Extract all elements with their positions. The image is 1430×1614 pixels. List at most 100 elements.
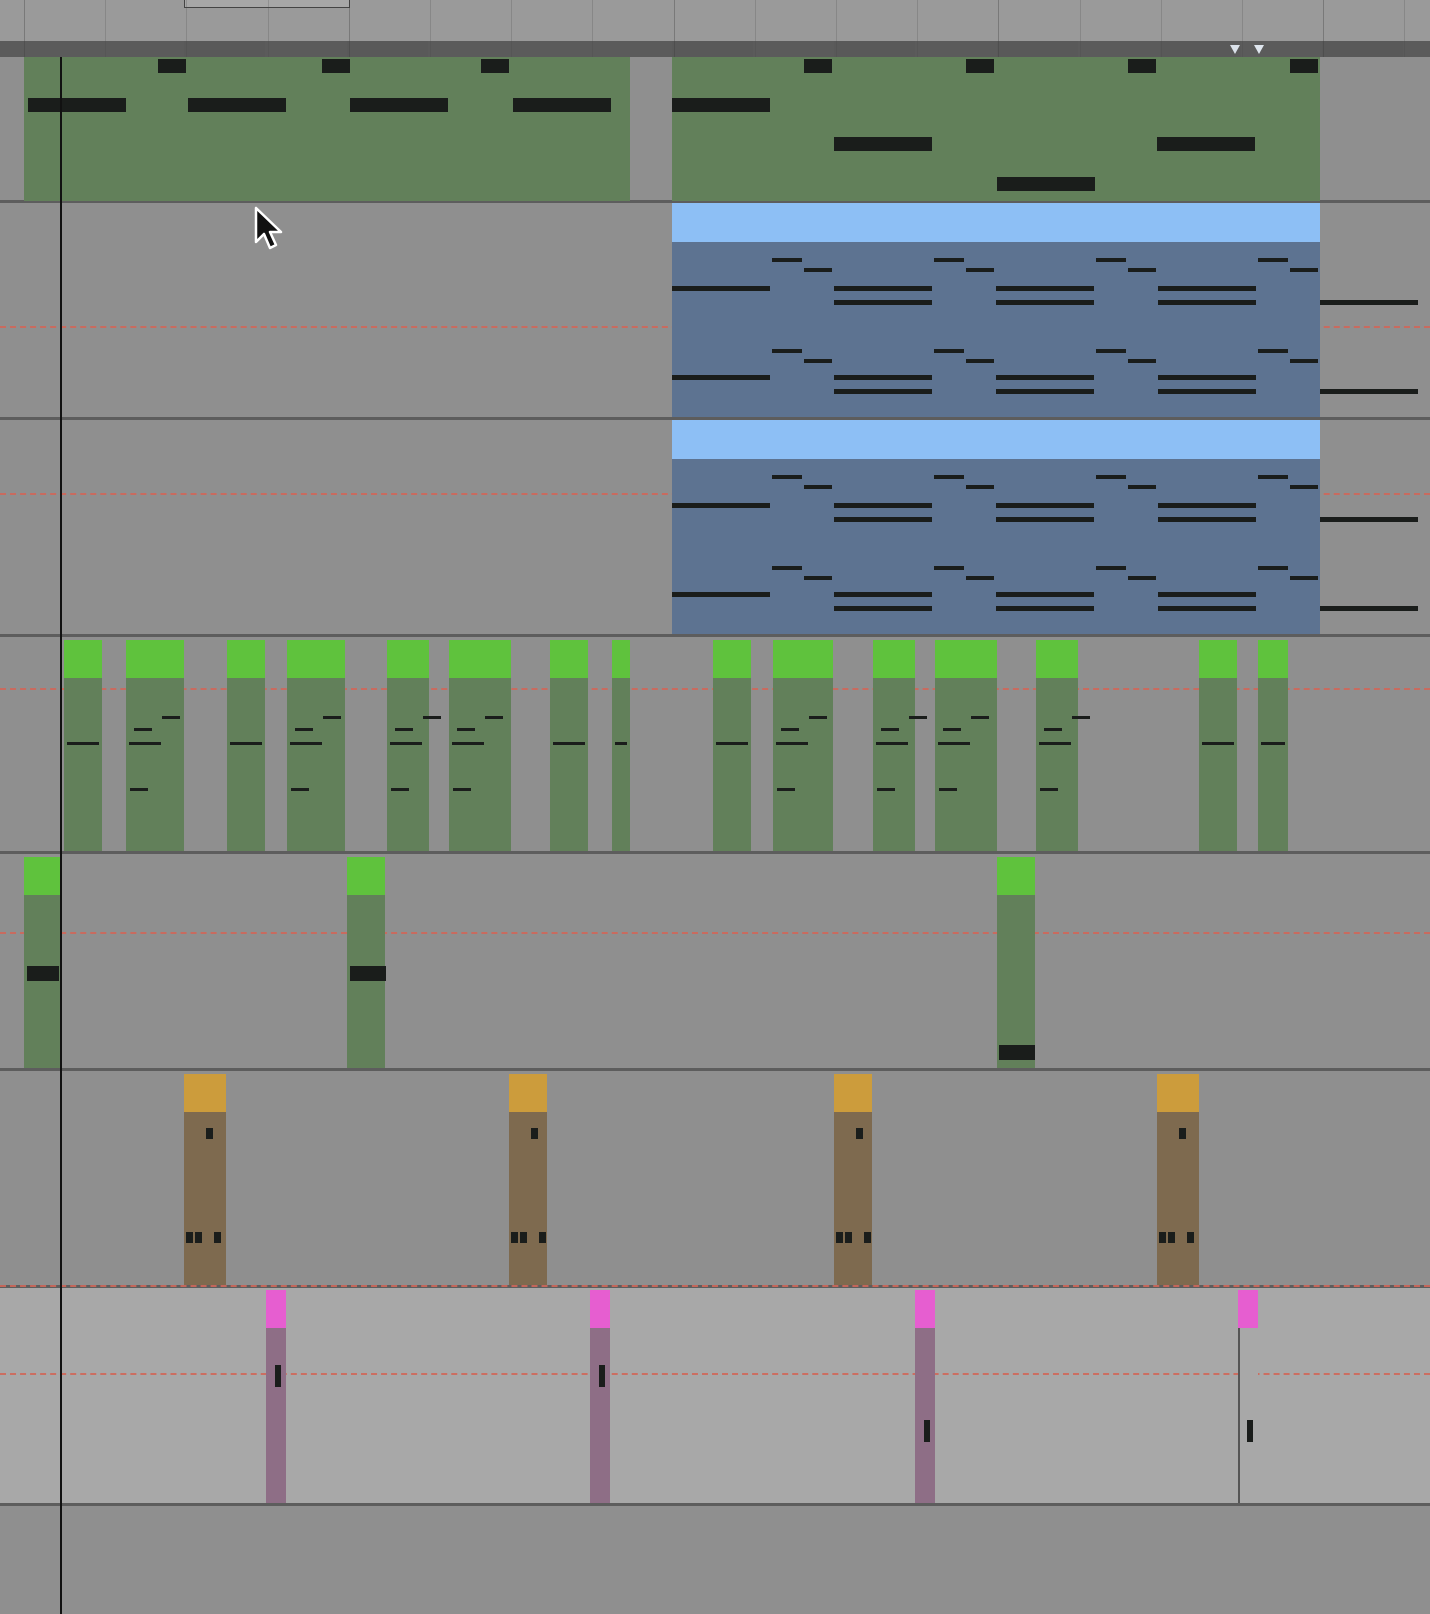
midi-note	[672, 286, 770, 291]
midi-clip-header[interactable]	[449, 640, 511, 678]
audio-clip-header[interactable]	[834, 1074, 872, 1112]
midi-note	[864, 1232, 871, 1243]
midi-note	[836, 1232, 843, 1243]
midi-note	[453, 788, 471, 791]
midi-clip-header[interactable]	[935, 640, 997, 678]
midi-note	[1096, 475, 1126, 479]
midi-note	[350, 98, 448, 112]
playhead[interactable]	[60, 57, 62, 1614]
midi-note	[1128, 268, 1156, 272]
midi-note	[481, 59, 509, 73]
track-separator	[0, 851, 1430, 854]
midi-clip-header[interactable]	[713, 640, 751, 678]
midi-note	[971, 716, 989, 719]
midi-note	[1187, 1232, 1194, 1243]
audio-clip-header[interactable]	[184, 1074, 226, 1112]
audio-clip-header[interactable]	[1157, 1074, 1199, 1112]
midi-note	[996, 517, 1094, 522]
midi-note	[553, 742, 585, 745]
midi-note	[1044, 728, 1062, 731]
midi-clip[interactable]	[24, 57, 630, 201]
midi-note	[772, 475, 802, 479]
midi-note	[966, 59, 994, 73]
midi-note	[230, 742, 262, 745]
midi-note	[531, 1128, 538, 1139]
midi-note	[943, 728, 961, 731]
midi-clip-header[interactable]	[64, 640, 102, 678]
midi-note	[1158, 286, 1256, 291]
midi-clip-header[interactable]	[24, 857, 60, 895]
midi-clip-header[interactable]	[612, 640, 630, 678]
midi-note	[1158, 503, 1256, 508]
midi-clip-header[interactable]	[227, 640, 265, 678]
midi-note	[924, 1420, 930, 1442]
midi-note	[158, 59, 186, 73]
midi-note	[520, 1232, 527, 1243]
midi-clip-header[interactable]	[672, 420, 1320, 459]
track-lane[interactable]	[0, 854, 1430, 1068]
midi-note	[1128, 59, 1156, 73]
midi-note	[996, 375, 1094, 380]
automation-line	[0, 1373, 1430, 1375]
midi-clip-header[interactable]	[997, 857, 1035, 895]
track-lane[interactable]	[0, 1506, 1430, 1614]
midi-note	[934, 258, 964, 262]
midi-clip-header[interactable]	[1036, 640, 1078, 678]
track-separator	[0, 634, 1430, 637]
midi-note	[672, 98, 770, 112]
midi-note	[834, 517, 932, 522]
audio-clip-header[interactable]	[1238, 1290, 1258, 1328]
midi-note	[322, 59, 350, 73]
midi-note	[1290, 576, 1318, 580]
midi-note	[804, 268, 832, 272]
midi-clip-header[interactable]	[347, 857, 385, 895]
loop-brace[interactable]	[184, 0, 350, 8]
audio-clip-header[interactable]	[590, 1290, 610, 1328]
midi-clip-header[interactable]	[773, 640, 833, 678]
midi-note	[938, 742, 970, 745]
midi-note	[1158, 389, 1256, 394]
audio-clip-header[interactable]	[509, 1074, 547, 1112]
midi-note	[1320, 300, 1418, 305]
midi-clip-header[interactable]	[1199, 640, 1237, 678]
automation-line	[0, 932, 1430, 934]
midi-clip-header[interactable]	[287, 640, 345, 678]
midi-note	[1247, 1420, 1253, 1442]
midi-note	[996, 300, 1094, 305]
midi-note	[1320, 517, 1418, 522]
midi-note	[996, 286, 1094, 291]
midi-clip-header[interactable]	[126, 640, 184, 678]
midi-clip-header[interactable]	[672, 203, 1320, 242]
midi-note	[599, 1365, 605, 1387]
midi-note	[834, 592, 932, 597]
midi-note	[1258, 258, 1288, 262]
midi-note	[1290, 485, 1318, 489]
midi-note	[391, 788, 409, 791]
track-lane[interactable]	[0, 1288, 1430, 1503]
midi-note	[295, 728, 313, 731]
automation-line	[0, 1285, 1430, 1287]
midi-note	[188, 98, 286, 112]
midi-note	[834, 375, 932, 380]
midi-note	[539, 1232, 546, 1243]
midi-note	[909, 716, 927, 719]
midi-clip-header[interactable]	[387, 640, 429, 678]
midi-note	[877, 788, 895, 791]
midi-note	[1096, 349, 1126, 353]
mouse-pointer-icon	[254, 206, 283, 250]
midi-note	[423, 716, 441, 719]
midi-clip-header[interactable]	[873, 640, 915, 678]
midi-clip[interactable]	[672, 57, 1320, 201]
midi-note	[186, 1232, 193, 1243]
midi-clip-header[interactable]	[1258, 640, 1288, 678]
midi-note	[845, 1232, 852, 1243]
audio-clip-header[interactable]	[266, 1290, 286, 1328]
audio-clip-header[interactable]	[915, 1290, 935, 1328]
midi-note	[485, 716, 503, 719]
midi-note	[162, 716, 180, 719]
loop-end-marker-icon[interactable]	[1254, 45, 1264, 54]
midi-note	[881, 728, 899, 731]
track-separator	[0, 1503, 1430, 1506]
arrangement-view[interactable]	[0, 0, 1430, 1614]
midi-clip-header[interactable]	[550, 640, 588, 678]
